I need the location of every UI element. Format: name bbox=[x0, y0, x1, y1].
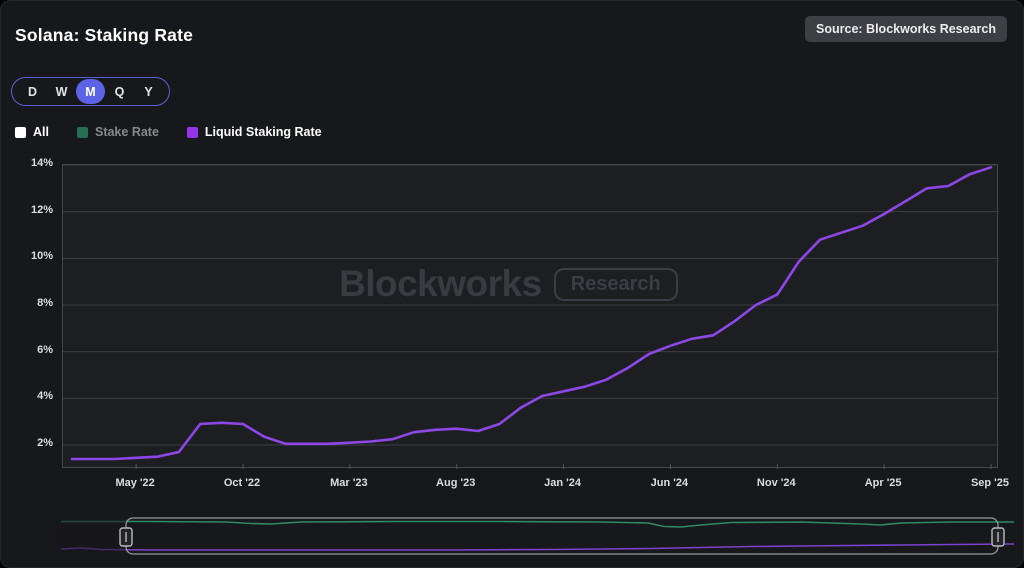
legend-item-liquid-staking-rate[interactable]: Liquid Staking Rate bbox=[187, 125, 322, 139]
x-axis-tick-label: Oct '22 bbox=[205, 477, 279, 489]
period-button-monthly[interactable]: M bbox=[76, 79, 105, 104]
x-axis-tick-label: May '22 bbox=[98, 477, 172, 489]
legend-label: Stake Rate bbox=[95, 125, 159, 139]
y-axis-tick-label: 12% bbox=[1, 204, 53, 216]
chart-card: Solana: Staking Rate Source: Blockworks … bbox=[0, 0, 1024, 568]
period-selector: D W M Q Y bbox=[11, 77, 170, 106]
legend-swatch-icon bbox=[77, 127, 88, 138]
period-button-yearly[interactable]: Y bbox=[134, 79, 163, 104]
navigator-left-handle[interactable] bbox=[120, 528, 132, 546]
navigator-right-handle[interactable] bbox=[992, 528, 1004, 546]
x-axis-tick-label: Mar '23 bbox=[312, 477, 386, 489]
chart-legend: All Stake Rate Liquid Staking Rate bbox=[15, 125, 322, 139]
legend-label: All bbox=[33, 125, 49, 139]
source-badge: Source: Blockworks Research bbox=[805, 16, 1007, 42]
y-axis-tick-label: 8% bbox=[1, 297, 53, 309]
main-chart-svg bbox=[63, 165, 999, 469]
period-button-quarterly[interactable]: Q bbox=[105, 79, 134, 104]
y-axis-tick-label: 4% bbox=[1, 390, 53, 402]
y-axis-tick-label: 6% bbox=[1, 344, 53, 356]
legend-swatch-icon bbox=[187, 127, 198, 138]
legend-label: Liquid Staking Rate bbox=[205, 125, 322, 139]
plot-area[interactable] bbox=[62, 164, 998, 468]
x-axis-tick-label: Jan '24 bbox=[526, 477, 600, 489]
legend-item-stake-rate[interactable]: Stake Rate bbox=[77, 125, 159, 139]
period-button-weekly[interactable]: W bbox=[47, 79, 76, 104]
navigator-masked-region bbox=[56, 518, 126, 554]
x-axis-tick-label: Aug '23 bbox=[419, 477, 493, 489]
x-axis-tick-label: Jun '24 bbox=[632, 477, 706, 489]
x-axis-tick-label: Apr '25 bbox=[846, 477, 920, 489]
x-axis-tick-label: Nov '24 bbox=[739, 477, 813, 489]
page-title: Solana: Staking Rate bbox=[15, 25, 193, 46]
navigator-liquid-line bbox=[61, 544, 1014, 550]
x-axis-tick-label: Sep '25 bbox=[953, 477, 1024, 489]
legend-item-all[interactable]: All bbox=[15, 125, 49, 139]
range-navigator[interactable] bbox=[56, 507, 1016, 559]
y-axis-tick-label: 2% bbox=[1, 437, 53, 449]
navigator-stake-rate-line bbox=[61, 522, 1014, 528]
legend-swatch-icon bbox=[15, 127, 26, 138]
period-button-daily[interactable]: D bbox=[18, 79, 47, 104]
y-axis-tick-label: 14% bbox=[1, 157, 53, 169]
y-axis-tick-label: 10% bbox=[1, 250, 53, 262]
liquid-staking-rate-line bbox=[72, 167, 991, 459]
